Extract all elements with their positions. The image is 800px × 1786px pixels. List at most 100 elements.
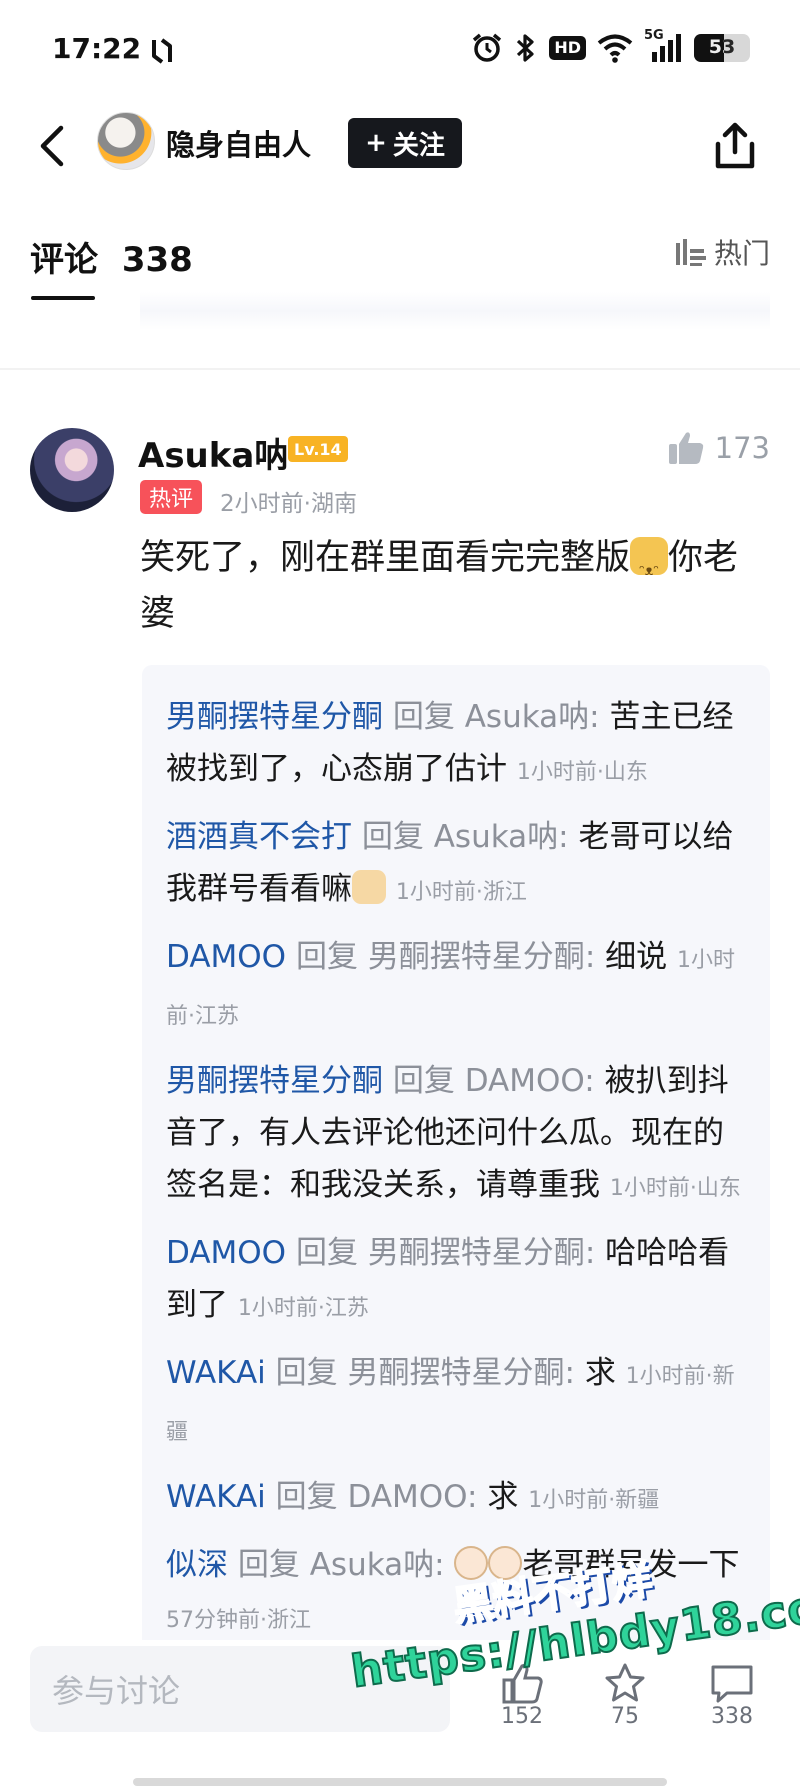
follow-button[interactable]: + 关注 — [348, 118, 462, 168]
reply-time: 1小时前·山东 — [516, 760, 648, 785]
reply-word: 回复 — [295, 1235, 358, 1271]
sort-icon — [675, 239, 706, 266]
back-button[interactable] — [30, 118, 74, 174]
reply-author[interactable]: DAMOO — [166, 939, 286, 975]
tab-comments-count: 338 — [121, 240, 193, 280]
star-icon — [585, 1648, 665, 1704]
bluetooth-icon — [517, 34, 534, 62]
reply-word: 回复 — [392, 699, 455, 735]
network-type: 5G — [644, 28, 664, 43]
battery-icon: 53 — [694, 34, 750, 62]
reply-time: 1小时前·山东 — [609, 1176, 741, 1201]
chat-bubble-icon — [692, 1648, 772, 1704]
favorite-count: 75 — [611, 1704, 639, 1729]
status-time: 17:22 — [52, 32, 142, 65]
status-icons: HD 5G 53 — [471, 28, 750, 64]
reply-author[interactable]: 酒酒真不会打 — [166, 819, 352, 855]
commenter-avatar[interactable] — [30, 428, 114, 512]
comment-text-part1: 笑死了，刚在群里面看完完整版 — [140, 538, 631, 578]
reply-target: 男酮摆特星分酮 — [347, 1355, 565, 1391]
thumbs-up-icon — [482, 1648, 562, 1704]
reply-list: 男酮摆特星分酮 回复 Asuka呐: 苦主已经被找到了，心态崩了估计 1小时前·… — [142, 665, 770, 1665]
reply-text: 求 — [584, 1355, 616, 1391]
reply-text: 求 — [487, 1479, 519, 1515]
share-button[interactable] — [710, 120, 760, 172]
nav-header: 隐身自由人 + 关注 — [0, 100, 800, 200]
reply-time: 1小时前·浙江 — [395, 880, 527, 905]
like-button[interactable]: 152 — [482, 1648, 562, 1729]
comment-input[interactable]: 参与讨论 — [30, 1646, 450, 1732]
reply-item[interactable]: DAMOO 回复 男酮摆特星分酮: 哈哈哈看到了 1小时前·江苏 — [166, 1227, 746, 1335]
reply-author[interactable]: WAKAi — [166, 1355, 266, 1391]
reply-item[interactable]: WAKAi 回复 DAMOO: 求 1小时前·新疆 — [166, 1471, 746, 1527]
battery-percent: 53 — [708, 36, 736, 58]
reply-author[interactable]: DAMOO — [166, 1235, 286, 1271]
reply-target: DAMOO — [347, 1479, 468, 1515]
reply-time: 1小时前·新疆 — [528, 1488, 660, 1513]
cellular-signal-icon: 5G — [644, 28, 684, 64]
comment-input-placeholder: 参与讨论 — [52, 1672, 181, 1710]
level-badge: Lv.14 — [288, 436, 348, 462]
author-avatar[interactable] — [97, 112, 155, 170]
laughing-emoji — [454, 1546, 489, 1580]
sort-label: 热门 — [713, 237, 770, 270]
comment-count: 338 — [711, 1704, 753, 1729]
favorite-button[interactable]: 75 — [585, 1648, 665, 1729]
reply-word: 回复 — [275, 1355, 338, 1391]
reply-item[interactable]: 酒酒真不会打 回复 Asuka呐: 老哥可以给我群号看看嘛 1小时前·浙江 — [166, 811, 746, 919]
reply-item[interactable]: DAMOO 回复 男酮摆特星分酮: 细说 1小时前·江苏 — [166, 931, 746, 1043]
reply-author[interactable]: 男酮摆特星分酮 — [166, 699, 383, 735]
faded-content-strip — [140, 292, 770, 330]
tab-comments[interactable]: 评论 338 — [30, 232, 193, 281]
comment-meta: 2小时前·湖南 — [220, 491, 357, 517]
laughing-emoji — [488, 1546, 523, 1580]
reply-target: Asuka呐 — [464, 699, 590, 735]
reply-text: 老哥群号发一下 — [522, 1547, 740, 1583]
cow-face-emoji — [352, 870, 386, 904]
reply-author[interactable]: 似深 — [166, 1547, 228, 1583]
reply-target: DAMOO — [464, 1063, 585, 1099]
back-icon — [40, 125, 64, 167]
reply-item[interactable]: 似深 回复 Asuka呐: 老哥群号发一下 57分钟前·浙江 — [166, 1539, 746, 1647]
hd-icon: HD — [549, 32, 586, 64]
like-count: 152 — [501, 1704, 543, 1729]
reply-item[interactable]: 男酮摆特星分酮 回复 Asuka呐: 苦主已经被找到了，心态崩了估计 1小时前·… — [166, 691, 746, 799]
section-divider — [0, 368, 800, 370]
wifi-icon — [597, 34, 633, 63]
reply-author[interactable]: WAKAi — [166, 1479, 266, 1515]
reply-text: 细说 — [605, 939, 668, 975]
reply-word: 回复 — [275, 1479, 338, 1515]
like-count: 173 — [714, 431, 770, 465]
comment-count-button[interactable]: 338 — [692, 1648, 772, 1729]
sort-hot-button[interactable]: 热门 — [674, 232, 770, 272]
reply-target: Asuka呐 — [309, 1547, 435, 1583]
reply-author[interactable]: 男酮摆特星分酮 — [166, 1063, 383, 1099]
status-bar: 17:22 HD 5G 53 — [0, 0, 800, 100]
reply-time: 1小时前·江苏 — [237, 1296, 369, 1321]
reply-word: 回复 — [295, 939, 358, 975]
reply-word: 回复 — [361, 819, 424, 855]
cat-face-emoji — [630, 537, 669, 599]
tab-active-indicator — [31, 296, 95, 300]
bottom-action-bar: 参与讨论 152 75 338 — [0, 1640, 800, 1786]
reply-time: 57分钟前·浙江 — [166, 1608, 311, 1633]
comment-like-button[interactable]: 173 — [667, 430, 770, 466]
commenter-name[interactable]: Asuka呐 — [138, 428, 288, 477]
thumbs-up-icon — [668, 432, 703, 464]
reply-word: 回复 — [392, 1063, 455, 1099]
reply-item[interactable]: 男酮摆特星分酮 回复 DAMOO: 被扒到抖音了，有人去评论他还问什么瓜。现在的… — [166, 1055, 746, 1215]
reply-target: 男酮摆特星分酮 — [367, 1235, 585, 1271]
hot-comment-tag: 热评 — [140, 480, 203, 514]
reply-word: 回复 — [237, 1547, 300, 1583]
reply-item[interactable]: WAKAi 回复 男酮摆特星分酮: 求 1小时前·新疆 — [166, 1347, 746, 1459]
tab-comments-label: 评论 — [30, 240, 98, 280]
reply-target: 男酮摆特星分酮 — [367, 939, 585, 975]
author-name[interactable]: 隐身自由人 — [166, 122, 311, 164]
comment-tab-row: 评论 338 热门 — [0, 200, 800, 300]
reply-target: Asuka呐 — [433, 819, 559, 855]
plus-icon: + — [365, 128, 387, 158]
follow-label: 关注 — [392, 130, 445, 161]
home-indicator[interactable] — [133, 1778, 667, 1786]
sync-icon — [152, 38, 172, 64]
comment-text: 笑死了，刚在群里面看完完整版你老婆 — [140, 530, 760, 642]
